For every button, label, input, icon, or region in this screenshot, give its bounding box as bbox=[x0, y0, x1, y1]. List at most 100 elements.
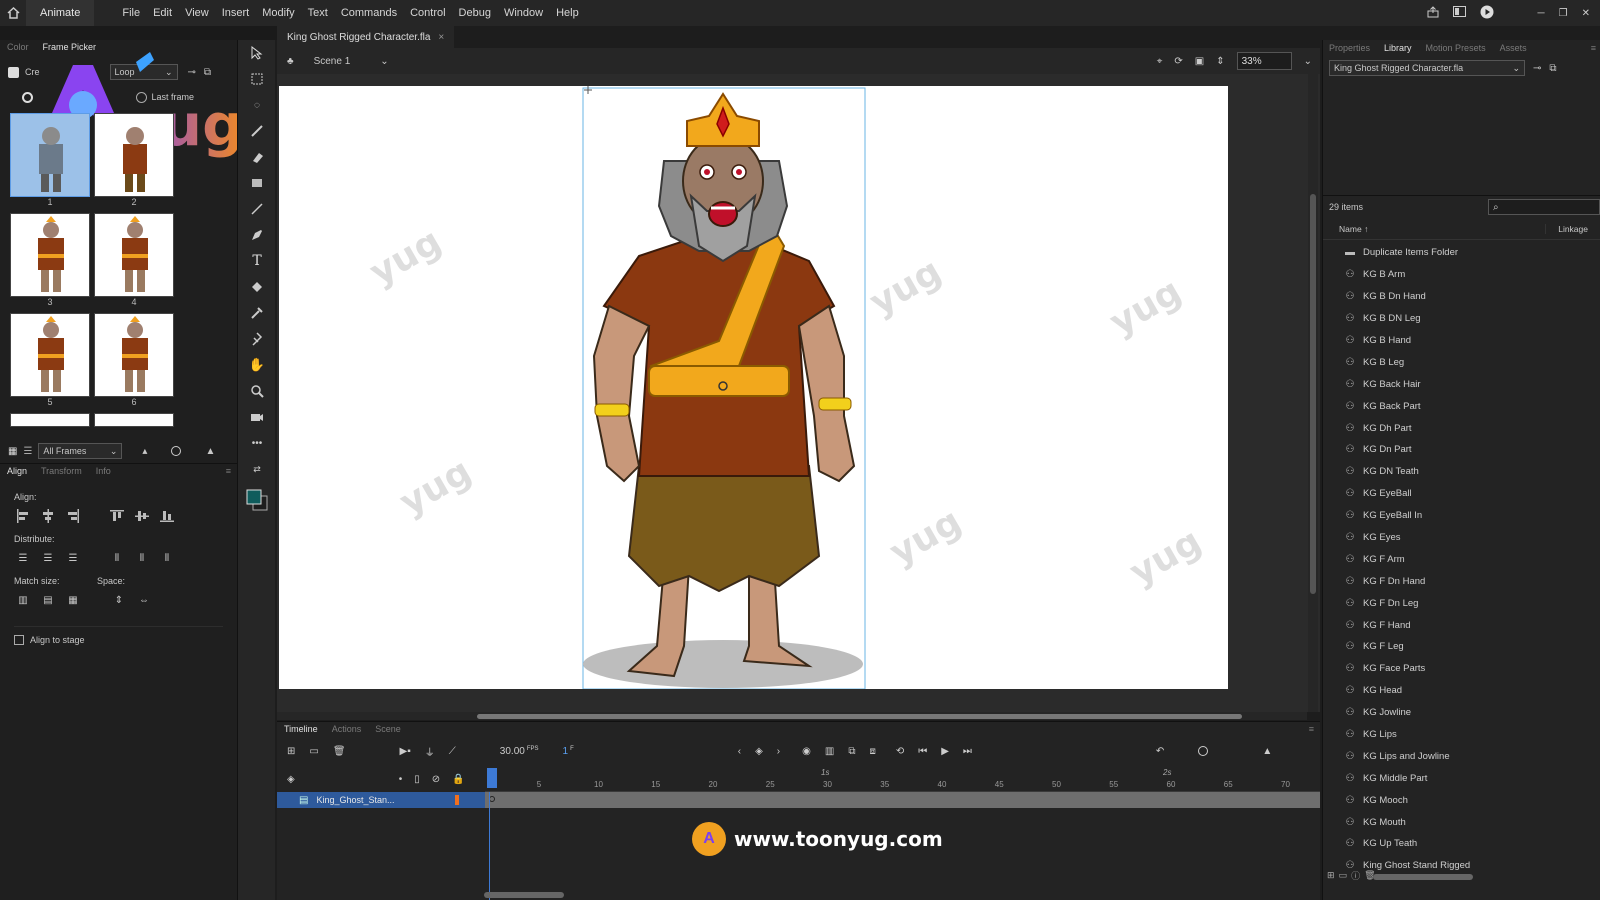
insert-keyframe-icon[interactable]: ◈ bbox=[755, 746, 763, 757]
brush-tool-icon[interactable] bbox=[238, 118, 276, 144]
zoom-tool-icon[interactable] bbox=[238, 378, 276, 404]
library-item[interactable]: ⚇ KG F Arm bbox=[1323, 548, 1600, 570]
library-item[interactable]: ⚇ KG Lips and Jowline bbox=[1323, 745, 1600, 767]
menu-commands[interactable]: Commands bbox=[341, 7, 397, 19]
distribute-hcenter-icon[interactable]: ⦀ bbox=[133, 550, 151, 566]
highlight-dot-icon[interactable]: • bbox=[399, 774, 403, 785]
hand-tool-icon[interactable]: ✋ bbox=[238, 352, 276, 378]
library-item[interactable]: ⚇ KG Dn Part bbox=[1323, 439, 1600, 461]
layer-frames[interactable] bbox=[485, 792, 1320, 808]
new-folder-icon[interactable]: ▭ bbox=[1339, 870, 1348, 881]
tab-align[interactable]: Align bbox=[7, 466, 27, 476]
library-item[interactable]: ⚇ KG Mouth bbox=[1323, 811, 1600, 833]
free-transform-tool-icon[interactable] bbox=[238, 66, 276, 92]
create-checkbox[interactable] bbox=[8, 66, 19, 78]
match-width-icon[interactable]: ▥ bbox=[14, 592, 32, 608]
library-item[interactable]: ⚇ KG Dh Part bbox=[1323, 417, 1600, 439]
library-h-scroll-thumb[interactable] bbox=[1373, 874, 1473, 880]
menu-help[interactable]: Help bbox=[556, 7, 579, 19]
camera-tool-icon[interactable] bbox=[238, 404, 276, 430]
align-right-icon[interactable] bbox=[64, 508, 82, 524]
library-select[interactable]: King Ghost Rigged Character.fla ⌄ bbox=[1329, 60, 1525, 76]
menu-file[interactable]: File bbox=[122, 7, 140, 19]
frame-thumb-7[interactable] bbox=[10, 413, 90, 427]
match-both-icon[interactable]: ▦ bbox=[64, 592, 82, 608]
center-stage-icon[interactable]: ⌖ bbox=[1157, 56, 1163, 67]
go-last-frame-icon[interactable]: ⏭ bbox=[963, 746, 972, 757]
library-item[interactable]: ⚇ KG B DN Leg bbox=[1323, 308, 1600, 330]
pen-tool-icon[interactable] bbox=[238, 222, 276, 248]
menu-control[interactable]: Control bbox=[410, 7, 445, 19]
library-item[interactable]: ⚇ KG B Hand bbox=[1323, 330, 1600, 352]
horizontal-scroll-thumb[interactable] bbox=[477, 714, 1242, 719]
column-linkage[interactable]: Linkage bbox=[1545, 223, 1588, 234]
new-folder-icon[interactable]: ▭ bbox=[309, 746, 318, 757]
menu-edit[interactable]: Edit bbox=[153, 7, 172, 19]
distribute-vcenter-icon[interactable]: ☰ bbox=[39, 550, 57, 566]
lasso-tool-icon[interactable]: ◌ bbox=[238, 92, 276, 118]
zoom-small-icon[interactable]: ▴ bbox=[142, 446, 147, 457]
distribute-bottom-icon[interactable]: ☰ bbox=[64, 550, 82, 566]
frame-display[interactable]: 1F bbox=[563, 746, 574, 757]
library-item[interactable]: ⚇ KG F Leg bbox=[1323, 636, 1600, 658]
menu-view[interactable]: View bbox=[185, 7, 209, 19]
library-item[interactable]: ⚇ KG B Arm bbox=[1323, 264, 1600, 286]
graph-icon[interactable]: ⟋ bbox=[449, 746, 456, 757]
pin-library-icon[interactable]: ⊸ bbox=[1533, 63, 1541, 74]
play-icon[interactable]: ▶ bbox=[941, 746, 949, 757]
align-to-stage-checkbox[interactable] bbox=[14, 635, 24, 645]
outline-icon[interactable]: ▯ bbox=[414, 774, 420, 785]
pin-tool-icon[interactable] bbox=[238, 326, 276, 352]
distribute-right-icon[interactable]: ⦀ bbox=[158, 550, 176, 566]
library-item[interactable]: ⚇ KG Eyes bbox=[1323, 527, 1600, 549]
zoom-chevron-icon[interactable]: ⌄ bbox=[1304, 56, 1312, 67]
library-item[interactable]: ⚇ KG Lips bbox=[1323, 724, 1600, 746]
stage-vertical-scrollbar[interactable] bbox=[1308, 74, 1318, 712]
rotate-icon[interactable]: ⟳ bbox=[1174, 56, 1182, 67]
close-tab-icon[interactable]: × bbox=[438, 32, 444, 43]
filter-select[interactable]: All Frames ⌄ bbox=[38, 443, 123, 459]
next-keyframe-icon[interactable]: › bbox=[777, 746, 780, 757]
library-item[interactable]: ⚇ KG DN Teath bbox=[1323, 461, 1600, 483]
library-item[interactable]: ⚇ KG Jowline bbox=[1323, 702, 1600, 724]
align-left-icon[interactable] bbox=[14, 508, 32, 524]
library-item[interactable]: ⚇ KG F Hand bbox=[1323, 614, 1600, 636]
timeline-zoom-large-icon[interactable]: ▲ bbox=[1262, 746, 1272, 757]
stage-horizontal-scrollbar[interactable] bbox=[277, 712, 1307, 720]
menu-text[interactable]: Text bbox=[308, 7, 328, 19]
playhead[interactable] bbox=[487, 768, 497, 788]
library-search[interactable]: ⌕ bbox=[1488, 199, 1600, 215]
menu-modify[interactable]: Modify bbox=[262, 7, 294, 19]
frame-thumb-2[interactable] bbox=[94, 113, 174, 197]
new-layer-icon[interactable]: ⊞ bbox=[287, 746, 295, 757]
clip-icon[interactable]: ▣ bbox=[1195, 56, 1204, 67]
more-tools-icon[interactable]: ••• bbox=[238, 430, 276, 456]
camera-icon[interactable]: ▶▪ bbox=[400, 746, 411, 757]
properties-icon[interactable]: ⓘ bbox=[1351, 869, 1360, 882]
library-item[interactable]: ⚇ KG Up Teath bbox=[1323, 833, 1600, 855]
timeline-zoom-knob[interactable] bbox=[1198, 746, 1209, 756]
tab-assets[interactable]: Assets bbox=[1500, 43, 1527, 53]
space-vertical-icon[interactable]: ⇕ bbox=[110, 592, 128, 608]
document-tab[interactable]: King Ghost Rigged Character.fla × bbox=[277, 26, 455, 48]
panel-menu-icon[interactable]: ≡ bbox=[1591, 43, 1596, 53]
panel-menu-icon[interactable]: ≡ bbox=[226, 466, 231, 476]
eraser-tool-icon[interactable] bbox=[238, 144, 276, 170]
rectangle-tool-icon[interactable] bbox=[238, 170, 276, 196]
prev-keyframe-icon[interactable]: ‹ bbox=[738, 746, 741, 757]
library-item[interactable]: ▬ Duplicate Items Folder bbox=[1323, 242, 1600, 264]
library-item[interactable]: ⚇ KG Head bbox=[1323, 680, 1600, 702]
close-window-icon[interactable]: ✕ bbox=[1582, 8, 1590, 19]
align-hcenter-icon[interactable] bbox=[39, 508, 57, 524]
restore-icon[interactable]: ❐ bbox=[1559, 8, 1568, 19]
layer-item[interactable]: ▤ King_Ghost_Stan... bbox=[277, 792, 485, 808]
library-item[interactable]: ⚇ KG F Dn Leg bbox=[1323, 592, 1600, 614]
list-view-icon[interactable]: ☰ bbox=[23, 446, 32, 457]
tab-actions[interactable]: Actions bbox=[332, 724, 362, 734]
library-item[interactable]: ⚇ KG EyeBall In bbox=[1323, 505, 1600, 527]
line-tool-icon[interactable] bbox=[238, 196, 276, 222]
library-item[interactable]: ⚇ KG B Dn Hand bbox=[1323, 286, 1600, 308]
distribute-left-icon[interactable]: ⦀ bbox=[108, 550, 126, 566]
panel-menu-icon[interactable]: ≡ bbox=[1309, 724, 1314, 734]
undo-icon[interactable]: ↶ bbox=[1156, 746, 1164, 757]
